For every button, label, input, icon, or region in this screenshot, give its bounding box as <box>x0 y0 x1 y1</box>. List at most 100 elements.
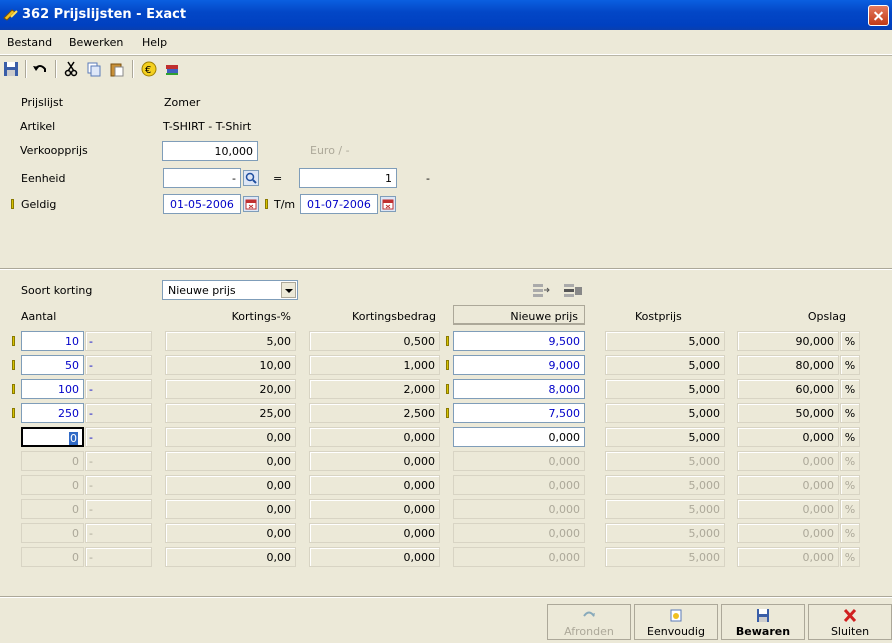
insert-row-icon[interactable] <box>532 282 550 298</box>
svg-text:€: € <box>145 65 151 76</box>
toolbar: € <box>0 56 892 82</box>
bewaren-label: Bewaren <box>735 625 791 638</box>
menu-bewerken[interactable]: Bewerken <box>69 36 123 49</box>
percent-sign: % <box>840 331 860 351</box>
books-icon[interactable] <box>164 61 180 77</box>
aantal-field[interactable]: 0 <box>21 427 84 447</box>
required-marker <box>12 384 15 394</box>
round-icon <box>583 611 595 617</box>
eenheid-factor-field[interactable]: 1 <box>299 168 397 188</box>
euro-icon[interactable]: € <box>141 61 157 77</box>
copy-icon[interactable] <box>86 61 102 77</box>
kostprijs-field: 5,000 <box>605 403 725 423</box>
menu-bestand[interactable]: Bestand <box>7 36 52 49</box>
bewaren-button[interactable]: Bewaren <box>721 604 805 640</box>
col-kortings-pct: Kortings-% <box>231 310 291 323</box>
afronden-button[interactable]: Afronden <box>547 604 631 640</box>
equals-sign: = <box>273 172 283 185</box>
kostprijs-field: 5,000 <box>605 451 725 471</box>
kortings-pct-field: 0,00 <box>165 427 296 447</box>
calendar-icon[interactable] <box>380 196 396 212</box>
aantal-field: 0 <box>21 499 84 519</box>
kortings-pct-field: 0,00 <box>165 523 296 543</box>
unit-field: - <box>85 451 152 471</box>
required-marker <box>446 336 449 346</box>
verkoopprijs-field[interactable]: 10,000 <box>162 141 258 161</box>
eenheid-field[interactable]: - <box>163 168 241 188</box>
kostprijs-field: 5,000 <box>605 379 725 399</box>
aantal-field[interactable]: 50 <box>21 355 84 375</box>
kostprijs-field: 5,000 <box>605 331 725 351</box>
search-icon[interactable] <box>243 170 259 186</box>
close-button[interactable] <box>868 5 889 26</box>
eenvoudig-button[interactable]: Eenvoudig <box>634 604 718 640</box>
kortings-pct-field: 5,00 <box>165 331 296 351</box>
opslag-field: 0,000 <box>737 547 839 567</box>
nieuwe-prijs-field[interactable]: 0,000 <box>453 427 585 447</box>
kortingsbedrag-field: 0,000 <box>309 475 440 495</box>
nieuwe-prijs-field: 0,000 <box>453 499 585 519</box>
percent-sign: % <box>840 475 860 495</box>
nieuwe-prijs-field[interactable]: 8,000 <box>453 379 585 399</box>
section-divider <box>0 268 892 270</box>
nieuwe-prijs-field[interactable]: 9,000 <box>453 355 585 375</box>
percent-sign: % <box>840 403 860 423</box>
col-nieuwe-prijs[interactable]: Nieuwe prijs <box>453 305 585 325</box>
kortingsbedrag-field: 0,500 <box>309 331 440 351</box>
aantal-field: 0 <box>21 523 84 543</box>
kortingsbedrag-field: 2,500 <box>309 403 440 423</box>
aantal-field: 0 <box>21 475 84 495</box>
menu-bar: Bestand Bewerken Help <box>0 30 892 55</box>
aantal-selected-value: 0 <box>69 432 78 445</box>
sluiten-button[interactable]: Sluiten <box>808 604 892 640</box>
kortingsbedrag-field: 1,000 <box>309 355 440 375</box>
delete-row-icon[interactable] <box>563 282 583 298</box>
nieuwe-prijs-field: 0,000 <box>453 475 585 495</box>
eenheid-label: Eenheid <box>21 172 66 185</box>
nieuwe-prijs-field[interactable]: 7,500 <box>453 403 585 423</box>
cut-icon[interactable] <box>63 61 79 77</box>
kostprijs-field: 5,000 <box>605 499 725 519</box>
required-marker <box>265 199 268 209</box>
kortings-pct-field: 25,00 <box>165 403 296 423</box>
calendar-icon[interactable] <box>243 196 259 212</box>
geldig-from-field[interactable]: 01-05-2006 <box>163 194 241 214</box>
undo-icon[interactable] <box>32 61 48 77</box>
opslag-field: 0,000 <box>737 427 839 447</box>
col-aantal: Aantal <box>21 310 57 323</box>
geldig-to-field[interactable]: 01-07-2006 <box>300 194 378 214</box>
percent-sign: % <box>840 523 860 543</box>
chevron-down-icon[interactable] <box>281 282 296 298</box>
nieuwe-prijs-field: 0,000 <box>453 547 585 567</box>
required-marker <box>12 408 15 418</box>
kortingsbedrag-field: 0,000 <box>309 547 440 567</box>
kostprijs-field: 5,000 <box>605 475 725 495</box>
artikel-value: T-SHIRT - T-Shirt <box>163 120 252 133</box>
kostprijs-field: 5,000 <box>605 547 725 567</box>
prijslijst-label: Prijslijst <box>21 96 64 109</box>
col-kortingsbedrag: Kortingsbedrag <box>352 310 436 323</box>
geldig-label: Geldig <box>21 198 57 211</box>
menu-help[interactable]: Help <box>142 36 167 49</box>
opslag-field: 0,000 <box>737 523 839 543</box>
close-icon <box>843 609 857 622</box>
paste-icon[interactable] <box>109 61 125 77</box>
kortings-pct-field: 20,00 <box>165 379 296 399</box>
nieuwe-prijs-field[interactable]: 9,500 <box>453 331 585 351</box>
kostprijs-field: 5,000 <box>605 523 725 543</box>
opslag-field: 0,000 <box>737 451 839 471</box>
aantal-field[interactable]: 10 <box>21 331 84 351</box>
required-marker <box>446 360 449 370</box>
kortings-pct-field: 10,00 <box>165 355 296 375</box>
save-icon[interactable] <box>3 61 19 77</box>
unit-field: - <box>85 427 152 447</box>
opslag-field: 60,000 <box>737 379 839 399</box>
aantal-field[interactable]: 250 <box>21 403 84 423</box>
required-marker <box>446 408 449 418</box>
unit-field: - <box>85 331 152 351</box>
kortings-pct-field: 0,00 <box>165 451 296 471</box>
soort-korting-select[interactable]: Nieuwe prijs <box>162 280 298 300</box>
save-icon <box>757 609 769 622</box>
aantal-field[interactable]: 100 <box>21 379 84 399</box>
tm-label: T/m <box>274 198 296 211</box>
